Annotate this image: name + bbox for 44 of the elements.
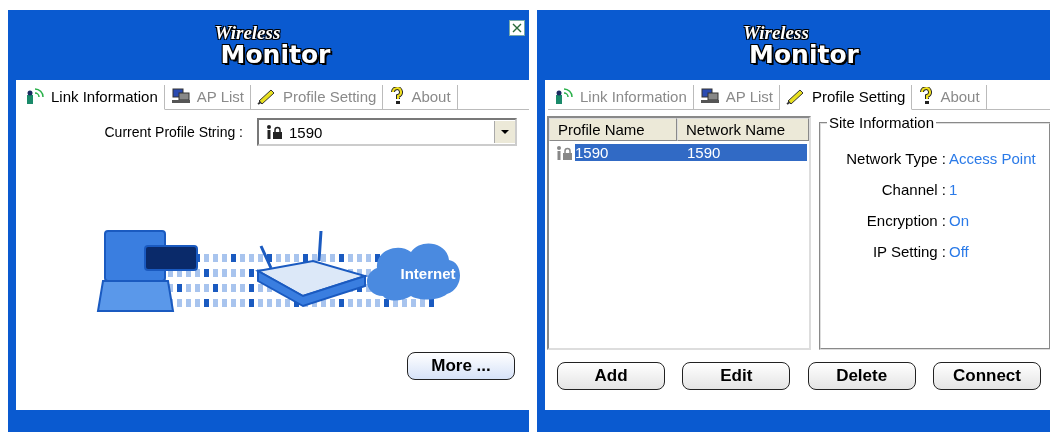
- tab[interactable]: Profile Setting: [780, 85, 913, 110]
- field-value: On: [949, 212, 969, 229]
- pen-icon: [257, 87, 277, 105]
- user-lock-icon: [265, 124, 285, 140]
- computer-icon: [699, 87, 720, 105]
- tab[interactable]: About: [912, 85, 987, 110]
- table-cell: 1590: [687, 144, 721, 161]
- logo-text: Wireless: [743, 23, 809, 42]
- action-button[interactable]: Delete: [807, 362, 916, 390]
- question-mark-icon: [389, 87, 406, 105]
- more-button[interactable]: More ...: [407, 352, 515, 380]
- tab[interactable]: Link Information: [548, 85, 694, 110]
- field-label: Network Type :: [845, 150, 946, 167]
- group-title: Site Information: [827, 114, 937, 131]
- tab[interactable]: Profile Setting: [251, 85, 384, 110]
- tab[interactable]: About: [383, 85, 458, 110]
- table-cell-text: 1590: [575, 144, 610, 161]
- field-label: IP Setting :: [871, 243, 946, 260]
- close-button[interactable]: [509, 20, 525, 36]
- field-value: Access Point: [949, 150, 1036, 167]
- internet-label: Internet: [400, 265, 455, 282]
- profile-label: Current Profile String :: [104, 124, 243, 140]
- column-header[interactable]: Profile Name: [549, 118, 677, 141]
- close-icon: [511, 22, 523, 34]
- pen-icon: [786, 87, 806, 105]
- user-lock-icon: [555, 144, 575, 161]
- field-value: 1: [949, 181, 958, 198]
- action-button[interactable]: Edit: [682, 362, 791, 390]
- logo-text: Monitor: [749, 42, 859, 67]
- logo-text: Monitor: [220, 42, 331, 67]
- action-button[interactable]: Connect: [933, 362, 1041, 390]
- field-label: Encryption :: [865, 212, 946, 229]
- question-mark-icon: [918, 87, 935, 105]
- field-label: Channel :: [880, 181, 946, 198]
- field-value: Off: [949, 243, 969, 260]
- profile-dropdown[interactable]: 1590: [257, 118, 517, 146]
- profile-row[interactable]: 1590 1590: [575, 144, 807, 161]
- tab[interactable]: Link Information: [19, 85, 165, 110]
- computer-icon: [170, 87, 191, 105]
- action-button[interactable]: Add: [557, 362, 665, 390]
- wireless-signal-icon: [554, 87, 574, 105]
- column-header[interactable]: Network Name: [677, 118, 809, 141]
- logo-text: Wireless: [214, 23, 281, 42]
- wireless-signal-icon: [25, 87, 45, 105]
